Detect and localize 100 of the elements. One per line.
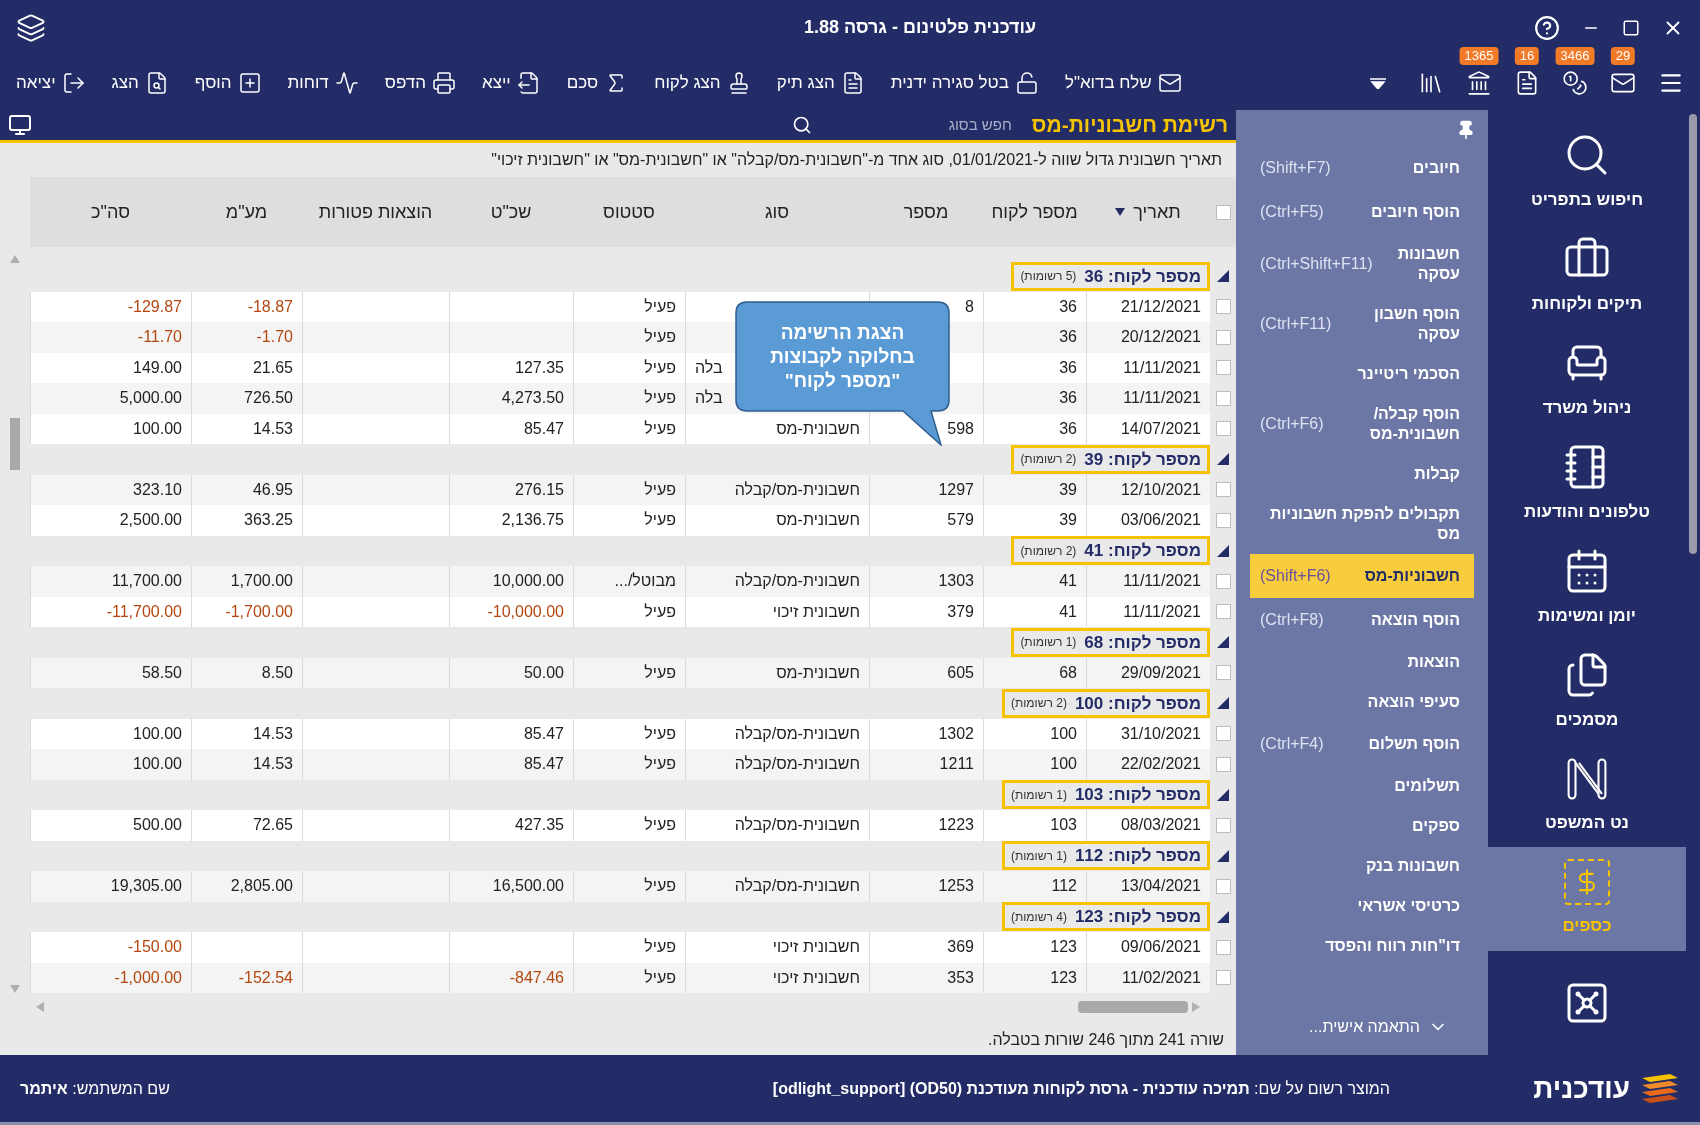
table-cell-text: 85.47 (523, 754, 564, 775)
checkbox[interactable] (1215, 665, 1231, 681)
scrollbar-thumb[interactable] (1078, 1001, 1188, 1013)
scroll-right-icon[interactable] (1192, 1002, 1200, 1012)
checkbox[interactable] (1215, 878, 1231, 894)
table-cell-text: פעיל (644, 296, 676, 317)
expand-icon[interactable] (1217, 910, 1229, 923)
table-cell-text: 72.65 (252, 815, 293, 836)
table-cell-text: 2,805.00 (230, 876, 293, 897)
menu-item[interactable]: תקבולים להפקת חשבוניות מס (1250, 494, 1474, 554)
sidebar-item[interactable]: נט המשפט (1488, 743, 1686, 848)
menu-item[interactable]: חשבונות בנק (1250, 846, 1474, 886)
table-cell-text: 363.25 (244, 510, 293, 531)
checkbox[interactable] (1215, 970, 1231, 986)
customize-button[interactable]: התאמה אישית... (1309, 1015, 1448, 1039)
checkbox[interactable] (1215, 817, 1231, 833)
menu-item[interactable]: כרטיסי אשראי (1250, 886, 1474, 926)
table-cell-text: בלה (695, 388, 723, 409)
checkbox[interactable] (1215, 390, 1231, 406)
checkbox[interactable] (1215, 726, 1231, 742)
table-cell-text: 14.53 (252, 418, 293, 439)
scroll-up-icon[interactable] (10, 255, 20, 263)
sidebar-item[interactable]: יומן ומשימות (1488, 535, 1686, 640)
table-cell-text: 100 (1050, 723, 1077, 744)
expand-icon[interactable] (1217, 849, 1229, 862)
record-count: (1 רשומות) (1010, 847, 1067, 865)
menu-item[interactable]: סעיפי הוצאה (1250, 682, 1474, 722)
checkbox[interactable] (1215, 360, 1231, 376)
search-field[interactable]: חפש בסוג (841, 113, 1012, 137)
sidebar-item[interactable]: חיפוש בתפריט (1488, 120, 1686, 224)
checkbox[interactable] (1215, 573, 1231, 589)
checkbox[interactable] (1215, 756, 1231, 772)
column-header[interactable]: סה"כ (30, 177, 191, 247)
expand-icon[interactable] (1217, 788, 1229, 801)
table-cell-text: פעיל (644, 876, 676, 897)
table-cell-text: 1211 (939, 754, 974, 775)
toolbar-button[interactable]: יציאה (16, 69, 86, 96)
expand-icon[interactable] (1217, 453, 1229, 466)
dropdown-icon[interactable] (1370, 76, 1386, 89)
table-cell-text: 11,700.00 (112, 571, 182, 592)
expand-icon[interactable] (1217, 697, 1229, 710)
column-header[interactable]: תאריך (1086, 177, 1210, 247)
monitor-icon[interactable] (8, 113, 32, 137)
menu-item[interactable]: קבלות (1250, 454, 1474, 494)
column-header[interactable]: סוג (685, 177, 869, 247)
toolbar-button[interactable]: סכם (566, 69, 629, 96)
scrollbar-thumb[interactable] (10, 418, 20, 470)
toolbar-button[interactable]: בטל סגירה ידנית (890, 69, 1039, 96)
menu-item[interactable]: ספקים (1250, 806, 1474, 846)
sidebar-item[interactable]: טלפונים והודעות (1488, 431, 1686, 536)
checkbox[interactable] (1215, 329, 1231, 345)
pin-icon[interactable] (1456, 120, 1476, 140)
table-cell-text: 2,500.00 (119, 510, 182, 531)
checkbox[interactable] (1215, 204, 1231, 220)
checkbox[interactable] (1215, 939, 1231, 955)
column-header[interactable]: מספר לקוח (983, 177, 1086, 247)
table-cell-text: 5,000.00 (119, 388, 182, 409)
checkbox[interactable] (1215, 604, 1231, 620)
column-header[interactable]: הוצאות פטורות (302, 177, 449, 247)
scrollbar-thumb[interactable] (1689, 114, 1697, 554)
coin-icon[interactable] (1562, 69, 1588, 96)
menu-item[interactable]: תשלומים (1250, 766, 1474, 806)
checkbox[interactable] (1215, 299, 1231, 315)
toolbar-button[interactable]: שלח בדוא"ל (1064, 69, 1182, 96)
scroll-left-icon[interactable] (36, 1002, 44, 1012)
menu-item[interactable]: הסכמי ריטיינר (1250, 354, 1474, 394)
toolbar-button[interactable]: הצג לקוח (654, 69, 751, 96)
expand-icon[interactable] (1217, 270, 1229, 283)
checkbox[interactable] (1215, 482, 1231, 498)
column-header[interactable]: מספר (869, 177, 983, 247)
checkbox[interactable] (1215, 421, 1231, 437)
column-header[interactable]: שכ"ט (449, 177, 573, 247)
money-icon (1564, 859, 1610, 906)
expand-icon[interactable] (1217, 544, 1229, 557)
table-cell-text: פעיל (644, 357, 676, 378)
building-icon[interactable] (1466, 69, 1492, 96)
maximize-icon[interactable] (1622, 18, 1640, 37)
expand-icon[interactable] (1217, 636, 1229, 649)
record-count: (5 רשומות) (1020, 268, 1077, 286)
table-cell-text: 13/04/2021 (1120, 876, 1201, 897)
column-header[interactable]: מע"מ (191, 177, 302, 247)
table-cell-text: 1253 (938, 876, 974, 897)
menu-item[interactable]: הוצאות (1250, 642, 1474, 682)
toolbar-button[interactable]: הוסף (194, 69, 262, 96)
column-header[interactable]: סטטוס (573, 177, 685, 247)
scroll-down-icon[interactable] (10, 985, 20, 993)
toolbar-button[interactable]: דוחות (287, 69, 359, 96)
brand-name: עודכנית (1533, 1071, 1630, 1106)
sidebar-item[interactable]: תיקים ולקוחות (1488, 223, 1686, 328)
toolbar-button[interactable]: הצג (111, 69, 169, 96)
help-icon[interactable] (1534, 14, 1560, 41)
toolbar-button[interactable]: הדפס (384, 69, 456, 96)
sidebar-item[interactable]: ניהול משרד (1488, 327, 1686, 432)
toolbar-button[interactable]: ייצא (481, 69, 541, 96)
unlock-icon (1014, 70, 1039, 95)
checkbox[interactable] (1215, 512, 1231, 528)
menu-item[interactable]: דו"חות רווח והפסד (1250, 926, 1474, 966)
table-cell-text: 58.50 (141, 662, 182, 683)
sidebar-item[interactable]: מסמכים (1488, 639, 1686, 744)
toolbar-button[interactable]: הצג תיק (776, 69, 865, 96)
